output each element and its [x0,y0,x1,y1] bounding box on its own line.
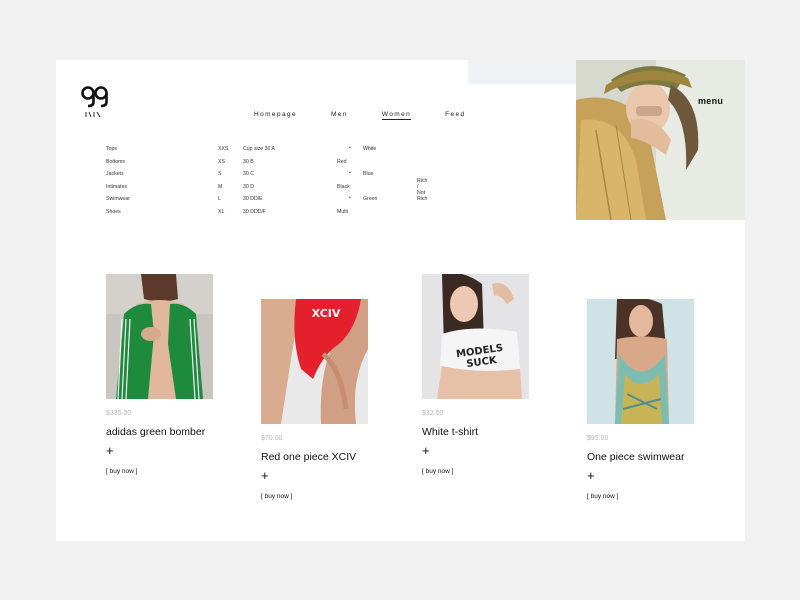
add-to-cart-icon[interactable]: + [587,469,595,483]
filter-cup-30c[interactable]: 30 C [243,171,275,184]
hero-photo [576,60,745,220]
filter-rich-toggle[interactable]: Rich / Not Rich [417,178,427,202]
product-photo[interactable] [587,299,694,424]
menu-link[interactable]: menu [698,96,723,106]
product-card: $335.00 adidas green bomber + [ buy now … [106,274,216,475]
nav-feed[interactable]: Feed [445,111,465,120]
bullet-dot: • [349,195,351,201]
filter-size-xs[interactable]: XS [218,159,228,172]
add-to-cart-icon[interactable]: + [261,469,269,483]
product-price: $70.00 [261,435,283,442]
nav-women[interactable]: Women [381,111,412,120]
filter-cup-30dde[interactable]: 30 DD/E [243,196,275,209]
add-to-cart-icon[interactable]: + [422,444,430,458]
filter-cup-30d[interactable]: 30 D [243,184,275,197]
product-name[interactable]: Red one piece XCIV [261,451,371,463]
product-name[interactable]: One piece swimwear [587,451,697,463]
product-name[interactable]: White t-shirt [422,426,532,438]
filter-size-m[interactable]: M [218,184,228,197]
category-filter: Tops Bottoms Jackets Intimates Swimwear … [106,146,130,222]
filter-cup-30b[interactable]: 30 B [243,159,275,172]
product-photo[interactable]: MODELS SUCK [422,274,529,399]
filter-cup-30a[interactable]: Cup size 30 A [243,146,275,159]
main-nav: Homepage Men Women Feed [254,111,500,120]
filter-size-xxs[interactable]: XXS [218,146,228,159]
filter-category-intimates[interactable]: Intimates [106,184,130,197]
filter-color-white[interactable]: White [363,146,377,171]
buy-now-link[interactable]: [ buy now ] [106,468,216,475]
filter-size-s[interactable]: S [218,171,228,184]
product-price: $32.00 [422,410,444,417]
size-filter: XXS XS S M L XL [218,146,228,222]
filter-category-shoes[interactable]: Shoes [106,209,130,222]
filter-category-bottoms[interactable]: Bottoms [106,159,130,172]
buy-now-link[interactable]: [ buy now ] [587,493,697,500]
filter-size-xl[interactable]: XL [218,209,228,222]
filter-color-red[interactable]: Red [337,159,350,184]
product-card: $95.00 One piece swimwear + [ buy now ] [587,299,697,500]
bullet-dot: • [349,145,351,151]
color-filter-right: White Blue Green [363,146,377,209]
product-photo[interactable]: XCIV [261,299,368,424]
product-card: XCIV $70.00 Red one piece XCIV + [ buy n… [261,299,371,500]
page-card: menu Homepage Men Women Feed Tops Bottom… [56,60,745,541]
filter-cup-30dddf[interactable]: 30 DDD/F [243,209,275,222]
filter-category-tops[interactable]: Tops [106,146,130,159]
bullet-dot: • [349,170,351,176]
product-price: $335.00 [106,410,132,417]
product-photo[interactable] [106,274,213,399]
filter-category-jackets[interactable]: Jackets [106,171,130,184]
cup-size-filter: Cup size 30 A 30 B 30 C 30 D 30 DD/E 30 … [243,146,275,222]
add-to-cart-icon[interactable]: + [106,444,114,458]
tshirt-print-text: XCIV [312,307,341,320]
nav-homepage[interactable]: Homepage [254,111,297,120]
buy-now-link[interactable]: [ buy now ] [261,493,371,500]
filter-color-blue[interactable]: Blue [363,171,377,196]
filter-color-black[interactable]: Black [337,184,350,209]
filter-color-green[interactable]: Green [363,196,377,209]
product-card: MODELS SUCK $32.00 White t-shirt + [ buy… [422,274,532,475]
filter-size-l[interactable]: L [218,196,228,209]
filter-category-swimwear[interactable]: Swimwear [106,196,130,209]
buy-now-link[interactable]: [ buy now ] [422,468,532,475]
color-filter-left: Red Black Multi [337,159,350,222]
brand-logo[interactable] [80,84,110,118]
filter-color-multi[interactable]: Multi [337,209,350,222]
product-name[interactable]: adidas green bomber [106,426,216,438]
nav-men[interactable]: Men [331,111,348,120]
product-price: $95.00 [587,435,609,442]
